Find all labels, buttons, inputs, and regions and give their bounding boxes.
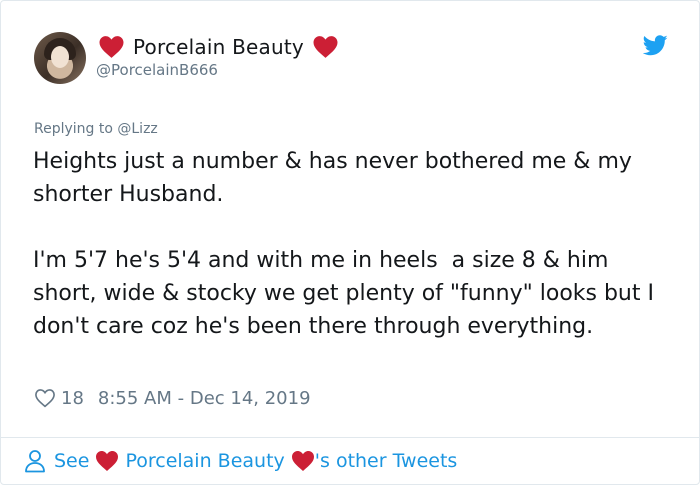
tweet-paragraph-1: Heights just a number & has never bother… xyxy=(33,149,639,207)
tweet-text: Heights just a number & has never bother… xyxy=(33,145,673,343)
replying-to-label[interactable]: Replying to @Lizz xyxy=(34,121,158,137)
footer-see-label: See xyxy=(54,450,90,472)
heart-icon xyxy=(291,451,314,471)
avatar[interactable] xyxy=(34,32,86,84)
tweet-paragraph-2: I'm 5'7 he's 5'4 and with me in heels a … xyxy=(33,248,661,339)
author-name-row[interactable]: Porcelain Beauty xyxy=(98,33,339,61)
tweet-card: Porcelain Beauty @PorcelainB666 Replying… xyxy=(0,0,700,485)
footer-author-name: Porcelain Beauty xyxy=(125,450,285,472)
person-icon xyxy=(25,450,45,473)
author-handle[interactable]: @PorcelainB666 xyxy=(96,61,218,79)
footer-suffix: 's other Tweets xyxy=(314,450,458,472)
author-display-name[interactable]: Porcelain Beauty xyxy=(133,35,304,59)
heart-icon xyxy=(96,451,119,471)
tweet-meta-row: 18 8:55 AM - Dec 14, 2019 xyxy=(34,385,311,411)
like-count[interactable]: 18 xyxy=(61,388,84,409)
tweet-timestamp[interactable]: 8:55 AM - Dec 14, 2019 xyxy=(98,388,311,409)
twitter-bird-icon[interactable] xyxy=(643,35,668,56)
avatar-face xyxy=(51,46,69,68)
heart-icon xyxy=(313,36,338,58)
heart-icon xyxy=(99,36,124,58)
see-other-tweets-link[interactable]: See Porcelain Beauty 's other Tweets xyxy=(24,447,457,475)
like-heart-outline-icon[interactable] xyxy=(34,388,56,408)
divider xyxy=(1,437,699,438)
